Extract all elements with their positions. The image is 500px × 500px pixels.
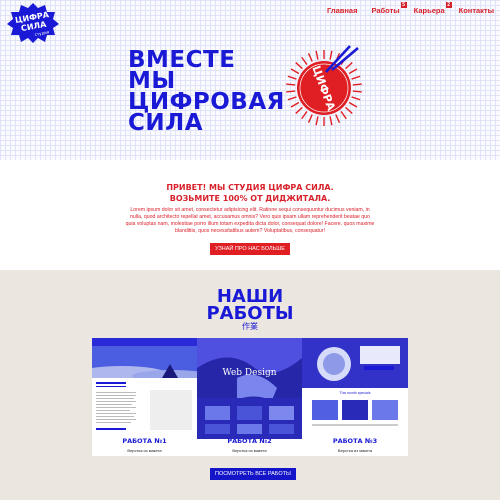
- nav-item-label: Карьера: [413, 6, 445, 15]
- intro-heading-line: ПРИВЕТ! МЫ СТУДИЯ ЦИФРА СИЛА.: [166, 183, 334, 192]
- about-us-button[interactable]: УЗНАЙ ПРО НАС БОЛЬШЕ: [210, 243, 290, 255]
- work-card-title: РАБОТА №1: [122, 437, 167, 445]
- hero-title-line: СИЛА: [128, 110, 204, 136]
- works-title-line: РАБОТЫ: [206, 303, 294, 324]
- main-nav: Главная Работы 5 Карьера 2 Контакты: [327, 2, 494, 15]
- works-gallery: РАБОТА №1 Верстка из макета Web Design Р…: [92, 338, 408, 456]
- nav-item-career[interactable]: Карьера 2: [413, 2, 452, 15]
- hero-section: ЦИФРА СИЛА студия Главная Работы 5 Карьер…: [0, 0, 500, 160]
- studio-logo[interactable]: ЦИФРА СИЛА студия: [6, 2, 60, 44]
- work-card[interactable]: РАБОТА №1 Верстка из макета: [92, 338, 197, 456]
- intro-section: ПРИВЕТ! МЫ СТУДИЯ ЦИФРА СИЛА. ВОЗЬМИТЕ 1…: [0, 160, 500, 270]
- work-card[interactable]: Web Design РАБОТА №2 Верстка из макета: [197, 338, 302, 456]
- work-card-caption: Верстка из макета: [232, 448, 267, 453]
- nav-item-works[interactable]: Работы 5: [371, 2, 407, 15]
- work-card-caption: Верстка из макета: [127, 448, 162, 453]
- intro-heading-line: ВОЗЬМИТЕ 100% ОТ ДИДЖИТАЛА.: [169, 194, 331, 203]
- nav-count-badge: 5: [400, 2, 407, 8]
- work-preview-image: [92, 338, 197, 439]
- works-subtitle: 作業: [242, 322, 258, 331]
- nav-item-label: Главная: [326, 6, 358, 15]
- work-card-title: РАБОТА №3: [332, 437, 378, 445]
- work-preview-image: This month specials: [302, 338, 408, 439]
- hero-title: ВМЕСТЕ МЫ ЦИФРОВАЯ СИЛА: [128, 49, 285, 136]
- intro-text: Lorem ipsum dolor sit amet, consectetur …: [125, 207, 375, 234]
- works-title: НАШИ РАБОТЫ: [0, 288, 500, 324]
- nav-item-home[interactable]: Главная: [327, 6, 358, 15]
- nav-item-contacts[interactable]: Контакты: [459, 6, 494, 15]
- works-section: НАШИ РАБОТЫ 作業 РАБОТА №1 Верстка из маке…: [0, 270, 500, 500]
- view-all-works-button[interactable]: ПОСМОТРЕТЬ ВСЕ РАБОТЫ: [210, 468, 296, 480]
- nav-count-badge: 2: [445, 2, 452, 8]
- work-card[interactable]: This month specials РАБОТА №3 Верстка из…: [302, 338, 408, 456]
- sun-emblem-icon: ЦИФРА: [286, 45, 362, 126]
- work-card-caption: Верстка из макета: [337, 448, 373, 453]
- nav-item-label: Работы: [371, 6, 400, 15]
- work-preview-overlay: Web Design: [222, 368, 277, 378]
- intro-heading: ПРИВЕТ! МЫ СТУДИЯ ЦИФРА СИЛА. ВОЗЬМИТЕ 1…: [0, 182, 500, 204]
- work-preview-overlay: This month specials: [339, 391, 371, 395]
- work-preview-image: Web Design: [197, 338, 302, 439]
- nav-item-label: Контакты: [458, 6, 494, 15]
- work-card-title: РАБОТА №2: [227, 437, 272, 445]
